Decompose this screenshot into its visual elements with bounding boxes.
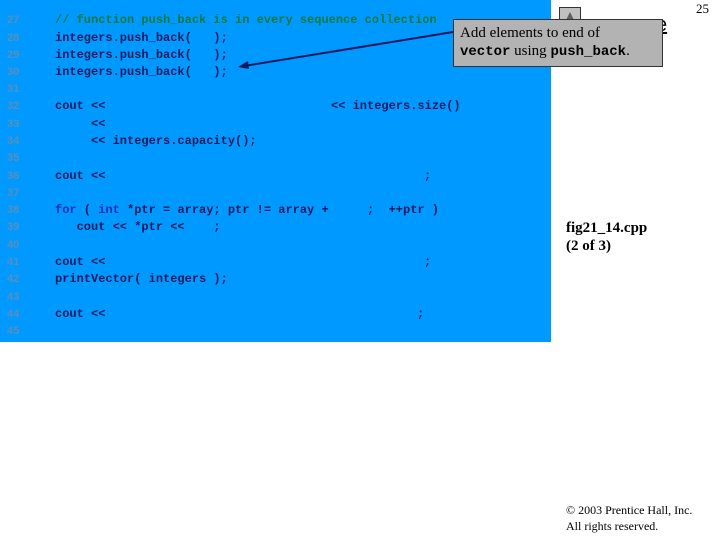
code-line: 42 printVector( integers ); [0, 271, 551, 288]
callout-text: Add elements to end of [460, 25, 600, 41]
code-line: 35 [0, 150, 551, 167]
code-text: << [55, 117, 106, 131]
callout-code: push_back [550, 44, 627, 60]
line-number: 44 [7, 308, 20, 320]
line-number: 38 [7, 204, 20, 216]
callout-text: using [510, 43, 551, 59]
line-number: 30 [7, 66, 20, 78]
code-text: printVector( integers ); [55, 272, 228, 286]
code-line: 32 cout << [0, 98, 551, 115]
code-line: 45 [0, 323, 551, 340]
line-number: 36 [7, 170, 20, 182]
line-number: 29 [7, 49, 20, 61]
copyright-line: © 2003 Prentice Hall, Inc. [566, 503, 693, 517]
code-line: 40 [0, 237, 551, 254]
code-text: cout << [55, 307, 106, 321]
line-number: 42 [7, 273, 20, 285]
line-number: 41 [7, 256, 20, 268]
line-number: 34 [7, 135, 20, 147]
keyword-for: for [55, 203, 77, 217]
file-name: fig21_14.cpp [566, 220, 648, 236]
code-line: 38 for ( int *ptr = array; ptr != array + [0, 202, 551, 219]
code-line: 39 cout << *ptr << ; [0, 219, 551, 236]
code-line: 41 cout << [0, 254, 551, 271]
code-text: cout << *ptr << ; [55, 220, 221, 234]
code-fragment: ; ++ptr ) [367, 203, 440, 217]
callout-text: . [626, 43, 630, 59]
code-fragment: ; [417, 307, 425, 321]
code-text: integers.push_back( ); [55, 65, 228, 79]
code-line: 44 cout << [0, 306, 551, 323]
copyright-line: All rights reserved. [566, 519, 659, 533]
line-number: 33 [7, 118, 20, 130]
file-label: fig21_14.cpp (2 of 3) [566, 219, 647, 255]
code-text: << integers.capacity(); [55, 134, 257, 148]
code-text: *ptr = array; ptr != array + [119, 203, 329, 217]
code-line: 33 << [0, 116, 551, 133]
line-number: 37 [7, 187, 20, 199]
code-line: 31 [0, 81, 551, 98]
code-line: 43 [0, 289, 551, 306]
code-text: ( [76, 203, 99, 217]
line-number: 45 [7, 325, 20, 337]
callout-box: Add elements to end of vector using push… [453, 19, 663, 67]
code-line: 34 << integers.capacity(); [0, 133, 551, 150]
code-comment: // function push_back is in every sequen… [55, 13, 437, 27]
code-line: 37 [0, 185, 551, 202]
line-number: 40 [7, 239, 20, 251]
code-fragment: << integers.size() [331, 99, 461, 113]
line-number: 39 [7, 221, 20, 233]
code-text: integers.push_back( ); [55, 31, 228, 45]
keyword-int: int [98, 203, 120, 217]
line-number: 27 [7, 14, 20, 26]
code-fragment: ; [424, 255, 432, 269]
copyright: © 2003 Prentice Hall, Inc. All rights re… [566, 502, 692, 534]
line-number: 32 [7, 100, 20, 112]
callout-code: vector [460, 44, 511, 60]
line-number: 35 [7, 152, 20, 164]
line-number: 28 [7, 32, 20, 44]
code-text: cout << [55, 169, 106, 183]
line-number: 43 [7, 291, 20, 303]
code-text: cout << [55, 99, 106, 113]
code-fragment: ; [424, 169, 432, 183]
code-text: integers.push_back( ); [55, 48, 228, 62]
code-line: 36 cout << [0, 168, 551, 185]
file-part: (2 of 3) [566, 238, 611, 254]
page-number: 25 [696, 1, 709, 16]
line-number: 31 [7, 83, 20, 95]
code-text: cout << [55, 255, 106, 269]
